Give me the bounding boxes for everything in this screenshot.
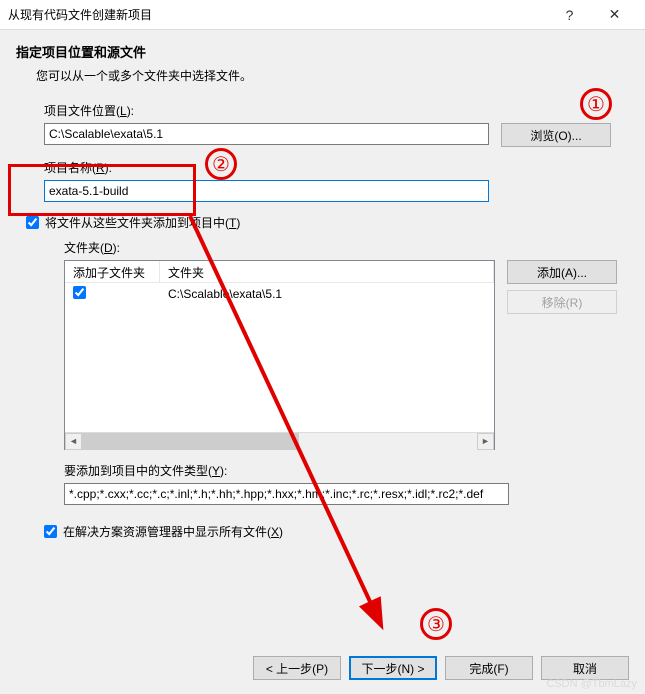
folders-label: 文件夹(D): (64, 239, 617, 256)
add-folders-checkbox-row: 将文件从这些文件夹添加到项目中(T) (26, 214, 617, 231)
page-heading: 指定项目位置和源文件 (16, 42, 629, 61)
scroll-thumb[interactable] (82, 433, 299, 450)
add-folder-button[interactable]: 添加(A)... (507, 260, 617, 284)
window-title: 从现有代码文件创建新项目 (8, 6, 547, 23)
main-content: 指定项目位置和源文件 您可以从一个或多个文件夹中选择文件。 项目文件位置(L):… (0, 30, 645, 552)
folders-table: 添加子文件夹 文件夹 C:\Scalable\exata\5.1 ◄ ► (64, 260, 495, 450)
file-types-label: 要添加到项目中的文件类型(Y): (64, 462, 617, 479)
folders-table-header: 添加子文件夹 文件夹 (65, 261, 494, 283)
scroll-right-icon[interactable]: ► (477, 433, 494, 450)
remove-folder-button: 移除(R) (507, 290, 617, 314)
table-row[interactable]: C:\Scalable\exata\5.1 (65, 283, 494, 305)
help-button[interactable]: ? (547, 0, 592, 30)
wizard-button-bar: < 上一步(P) 下一步(N) > 完成(F) 取消 (253, 656, 629, 680)
show-all-files-row: 在解决方案资源管理器中显示所有文件(X) (44, 523, 629, 540)
project-name-input[interactable] (44, 180, 489, 202)
location-label: 项目文件位置(L): (44, 102, 617, 119)
add-folders-label: 将文件从这些文件夹添加到项目中(T) (45, 214, 240, 231)
page-subheading: 您可以从一个或多个文件夹中选择文件。 (36, 67, 629, 84)
titlebar: 从现有代码文件创建新项目 ? ✕ (0, 0, 645, 30)
prev-button[interactable]: < 上一步(P) (253, 656, 341, 680)
browse-button[interactable]: 浏览(O)... (501, 123, 611, 147)
col-header-folder[interactable]: 文件夹 (160, 261, 494, 282)
row-subfolder-checkbox[interactable] (73, 286, 86, 299)
file-types-input[interactable] (64, 483, 509, 505)
finish-button[interactable]: 完成(F) (445, 656, 533, 680)
row-folder-path: C:\Scalable\exata\5.1 (160, 287, 494, 301)
scroll-left-icon[interactable]: ◄ (65, 433, 82, 450)
location-input[interactable] (44, 123, 489, 145)
show-all-files-checkbox[interactable] (44, 525, 57, 538)
col-header-subfolder[interactable]: 添加子文件夹 (65, 261, 160, 282)
watermark: CSDN @TbmLazy (546, 678, 637, 690)
annotation-three: ③ (420, 608, 452, 640)
close-button[interactable]: ✕ (592, 0, 637, 30)
horizontal-scrollbar[interactable]: ◄ ► (65, 432, 494, 449)
project-name-label: 项目名称(R): (44, 159, 617, 176)
add-folders-checkbox[interactable] (26, 216, 39, 229)
show-all-files-label: 在解决方案资源管理器中显示所有文件(X) (63, 523, 283, 540)
next-button[interactable]: 下一步(N) > (349, 656, 437, 680)
scroll-track[interactable] (82, 433, 477, 450)
cancel-button[interactable]: 取消 (541, 656, 629, 680)
